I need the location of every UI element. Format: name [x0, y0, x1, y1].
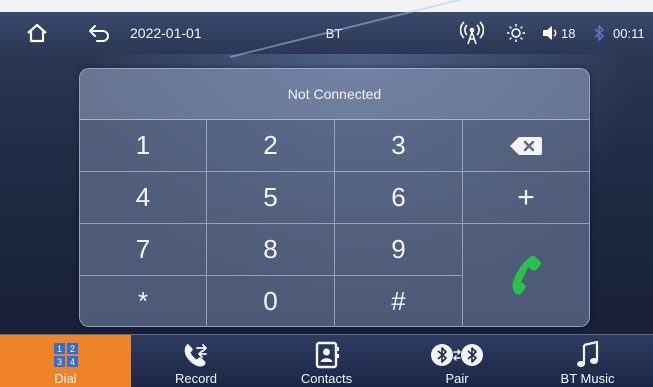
key-8[interactable]: 8: [207, 224, 335, 276]
backspace-icon: [510, 136, 542, 155]
brightness-icon[interactable]: [503, 12, 529, 54]
backspace-button[interactable]: [463, 120, 589, 172]
phone-call-icon: [512, 255, 541, 295]
clock-time: 00:11: [613, 25, 645, 41]
home-icon[interactable]: [22, 12, 52, 54]
key-2[interactable]: 2: [207, 120, 335, 172]
call-log-icon: [182, 341, 210, 369]
key-1[interactable]: 1: [80, 120, 207, 172]
radio-signal-icon: [459, 12, 485, 54]
contacts-icon: [314, 341, 340, 369]
call-button[interactable]: [463, 224, 589, 326]
nav-dial[interactable]: 1 2 3 4 Dial: [0, 335, 131, 387]
bluetooth-icon: [590, 12, 608, 54]
nav-pair[interactable]: Pair: [392, 335, 522, 387]
back-icon[interactable]: [84, 12, 114, 54]
bt-pair-icon: [430, 341, 484, 369]
key-5[interactable]: 5: [207, 172, 335, 224]
volume-icon[interactable]: [541, 12, 559, 54]
key-4[interactable]: 4: [80, 172, 207, 224]
nav-dial-label: Dial: [54, 371, 77, 386]
music-note-icon: [576, 341, 600, 369]
key-7[interactable]: 7: [80, 224, 207, 276]
key-hash[interactable]: #: [335, 276, 463, 326]
head-unit-screen: 2022-01-01 BT 18 00:11 Not Connected 1 2…: [0, 0, 653, 387]
volume-level: 18: [561, 25, 576, 41]
key-3[interactable]: 3: [335, 120, 463, 172]
dial-grid-icon: 1 2 3 4: [53, 341, 79, 369]
key-star[interactable]: *: [80, 276, 207, 326]
nav-record-label: Record: [175, 371, 217, 386]
date-text: 2022-01-01: [130, 25, 202, 41]
svg-text:1: 1: [56, 344, 61, 354]
key-6[interactable]: 6: [335, 172, 463, 224]
svg-text:2: 2: [69, 344, 74, 354]
nav-bt-music-label: BT Music: [560, 371, 615, 386]
svg-text:3: 3: [56, 357, 61, 367]
screen-bezel: [0, 0, 653, 12]
key-9[interactable]: 9: [335, 224, 463, 276]
nav-bt-music[interactable]: BT Music: [522, 335, 653, 387]
dialpad-panel: Not Connected 1 2 3 4 5 6 + 7 8 9 * 0 #: [79, 68, 590, 327]
nav-pair-label: Pair: [445, 371, 469, 386]
nav-contacts-label: Contacts: [300, 371, 353, 386]
svg-text:4: 4: [69, 357, 74, 367]
bottom-nav: 1 2 3 4 Dial Record Contacts Pair BT Mus…: [0, 334, 653, 387]
plus-button[interactable]: +: [463, 172, 589, 224]
connection-status: Not Connected: [80, 69, 589, 120]
nav-contacts[interactable]: Contacts: [261, 335, 392, 387]
key-0[interactable]: 0: [207, 276, 335, 326]
nav-record[interactable]: Record: [131, 335, 261, 387]
